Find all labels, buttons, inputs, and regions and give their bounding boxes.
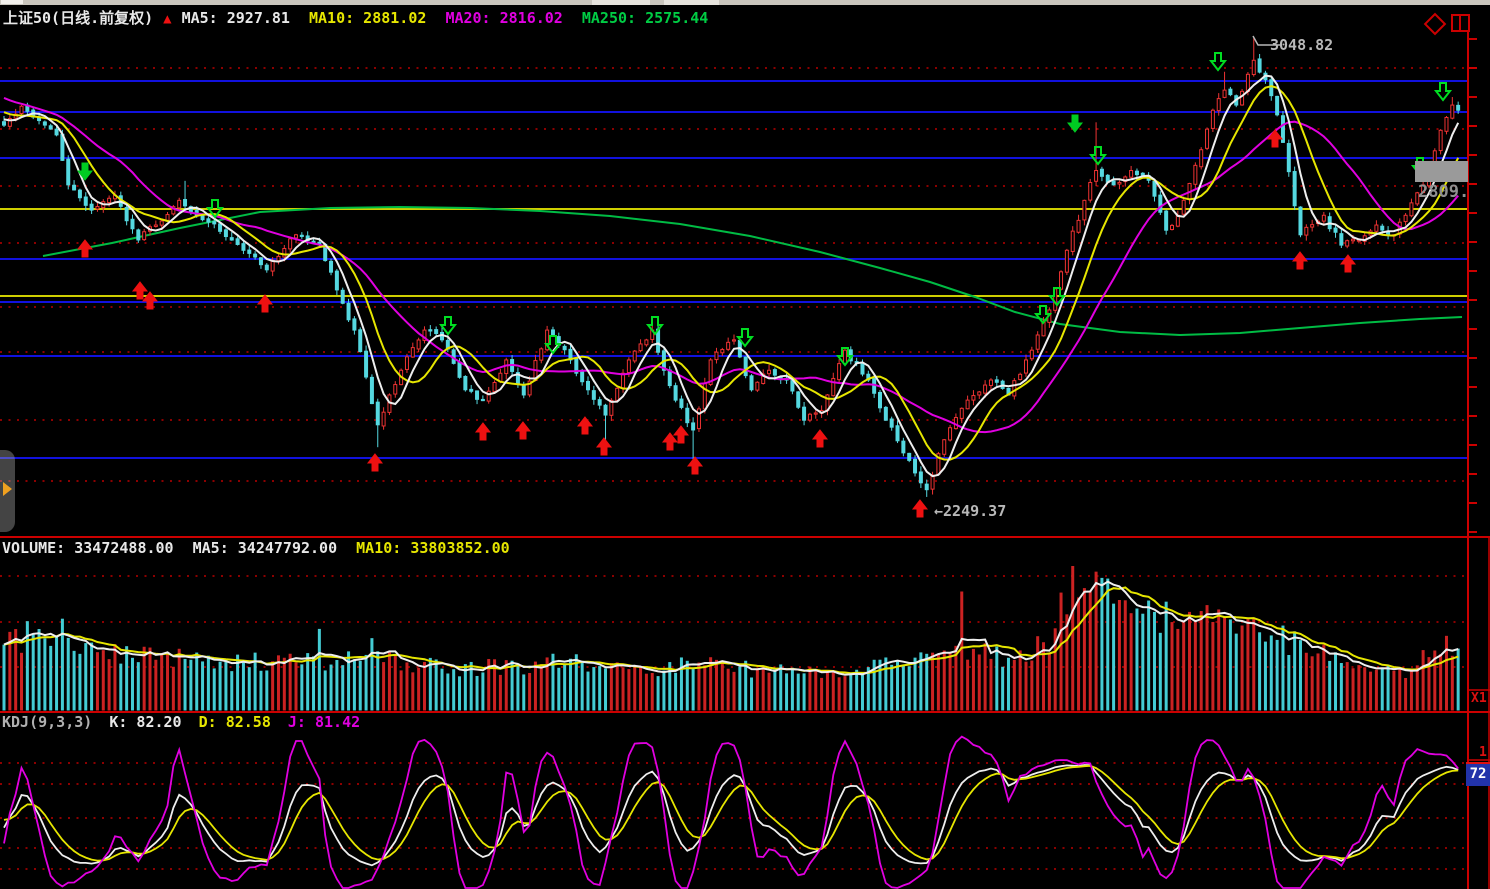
kdj-label[interactable]: KDJ(9,3,3) — [2, 713, 92, 731]
sidebar-expand-handle[interactable] — [0, 450, 15, 532]
peak-price-annotation: 3048.82 — [1270, 36, 1333, 54]
split-window-icon[interactable] — [1451, 14, 1470, 32]
symbol-title[interactable]: 上证50(日线.前复权) — [3, 9, 153, 27]
volume-pane-header: VOLUME: 33472488.00 MA5: 34247792.00 MA1… — [2, 539, 520, 557]
ma5-value: MA5: 2927.81 — [182, 9, 290, 27]
kdj-k-value: K: 82.20 — [109, 713, 181, 731]
chart-canvas[interactable] — [0, 0, 1490, 889]
kdj-d-value: D: 82.58 — [199, 713, 271, 731]
volume-ma5-value: MA5: 34247792.00 — [193, 539, 338, 557]
kdj-axis-label: 1 — [1479, 745, 1487, 760]
volume-ma10-value: MA10: 33803852.00 — [356, 539, 510, 557]
trading-app-window: 上证50(日线.前复权)▲MA5: 2927.81 MA10: 2881.02 … — [0, 0, 1490, 889]
kdj-pane-header: KDJ(9,3,3) K: 82.20 D: 82.58 J: 81.42 — [2, 713, 368, 731]
trend-up-icon: ▲ — [163, 11, 171, 27]
split-window-icon-divider — [1459, 16, 1461, 30]
ma10-value: MA10: 2881.02 — [309, 9, 426, 27]
expand-arrow-icon — [3, 482, 12, 496]
trough-price-annotation: ←2249.37 — [934, 502, 1006, 520]
kdj-j-value: J: 81.42 — [288, 713, 360, 731]
ma20-value: MA20: 2816.02 — [445, 9, 562, 27]
volume-scale-label: X1 — [1471, 691, 1487, 706]
kdj-value-tag: 72 — [1466, 762, 1490, 786]
price-pane-header: 上证50(日线.前复权)▲MA5: 2927.81 MA10: 2881.02 … — [3, 7, 718, 28]
axis-price-marker-box — [1415, 161, 1468, 182]
ma250-value: MA250: 2575.44 — [582, 9, 708, 27]
volume-value: VOLUME: 33472488.00 — [2, 539, 174, 557]
axis-price-marker-value: 2809. — [1418, 182, 1469, 202]
